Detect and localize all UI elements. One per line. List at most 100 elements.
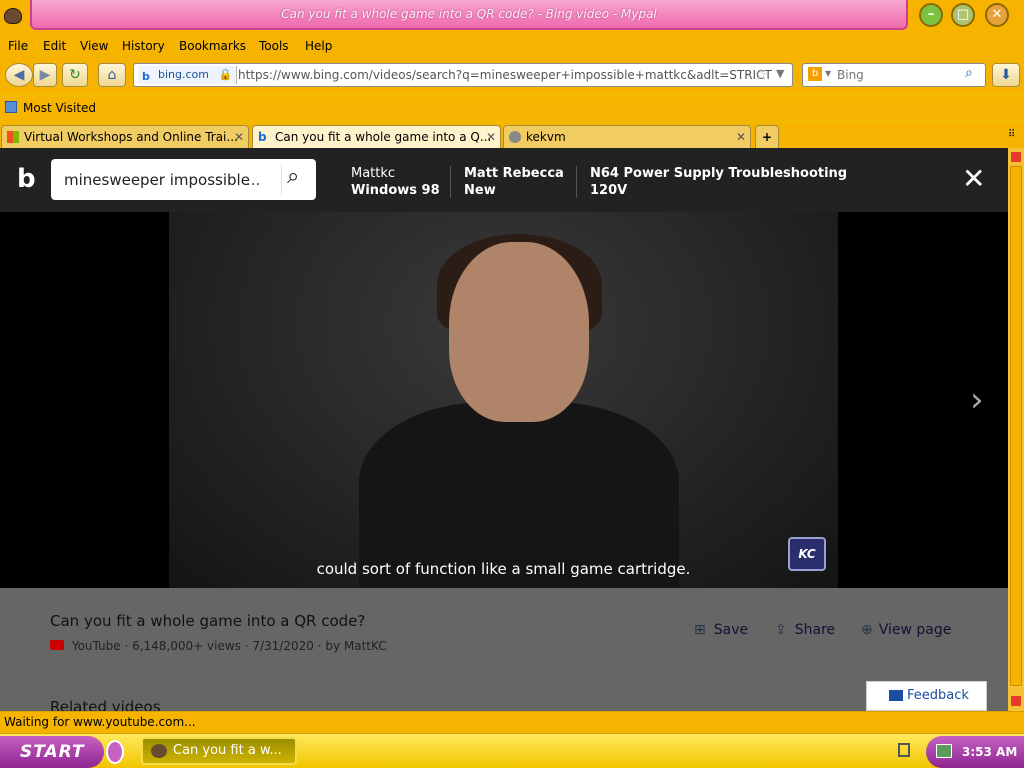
forward-button[interactable]: ▶: [33, 63, 57, 87]
save-icon: ⊞: [694, 622, 706, 638]
maximize-button[interactable]: □: [951, 3, 975, 27]
suggestion-line1: Matt Rebecca: [464, 166, 564, 181]
video-source: YouTube: [71, 639, 121, 653]
tab-kekvm[interactable]: kekvm ✕: [503, 125, 751, 148]
menu-edit[interactable]: Edit: [43, 39, 66, 53]
tab-strip: Virtual Workshops and Online Trai... ✕ b…: [0, 124, 1024, 148]
globe-favicon-icon: [509, 131, 521, 143]
start-button[interactable]: START: [0, 736, 104, 768]
most-visited-link[interactable]: Most Visited: [23, 101, 96, 115]
bing-search-query[interactable]: minesweeper impossible: [64, 171, 250, 189]
feedback-icon: [889, 690, 903, 701]
nav-toolbar: ◀ ▶ ↻ ⌂ b bing.com 🔒 https://www.bing.co…: [0, 58, 1024, 92]
bookmark-star-icon[interactable]: ☆: [754, 65, 768, 84]
bing-search-icon[interactable]: [281, 165, 282, 195]
system-tray: 3:53 AM: [926, 736, 1024, 768]
reload-button[interactable]: ↻: [62, 63, 88, 87]
url-dropdown-icon[interactable]: ▼: [776, 67, 784, 80]
app-icon: [4, 8, 22, 24]
menu-bookmarks[interactable]: Bookmarks: [179, 39, 246, 53]
channel-watermark: KC: [788, 537, 826, 571]
back-button[interactable]: ◀: [5, 63, 33, 87]
bing-favicon-icon: b: [142, 70, 150, 83]
tab-virtual-workshops[interactable]: Virtual Workshops and Online Trai... ✕: [1, 125, 249, 148]
suggestion-n64-power[interactable]: N64 Power Supply Troubleshooting 120V: [590, 165, 847, 199]
save-button[interactable]: ⊞ Save: [694, 622, 748, 638]
next-video-chevron-icon[interactable]: ›: [970, 380, 984, 420]
bing-favicon-icon: b: [258, 130, 267, 144]
minimize-button[interactable]: –: [919, 3, 943, 27]
clock[interactable]: 3:53 AM: [962, 745, 1017, 759]
menu-file[interactable]: File: [8, 39, 28, 53]
share-icon: ⇪: [775, 622, 787, 638]
most-visited-icon: [5, 101, 17, 113]
lock-icon: 🔒: [218, 68, 233, 81]
menu-help[interactable]: Help: [305, 39, 332, 53]
save-label: Save: [713, 622, 749, 638]
tab-label: Virtual Workshops and Online Trai...: [24, 130, 238, 144]
share-button[interactable]: ⇪ Share: [775, 622, 835, 638]
microsoft-favicon-icon: [7, 131, 19, 143]
status-bar: Waiting for www.youtube.com...: [0, 711, 1024, 733]
tray-app-icon[interactable]: [936, 744, 952, 758]
suggestion-divider: [576, 166, 577, 198]
page-content: b minesweeper impossible ... ⌕ Mattkc Wi…: [0, 148, 1008, 711]
video-title[interactable]: Can you fit a whole game into a QR code?: [50, 612, 365, 630]
url-bar[interactable]: b bing.com 🔒 https://www.bing.com/videos…: [133, 63, 793, 87]
bookmarks-bar: Most Visited: [0, 98, 1024, 120]
url-text: https://www.bing.com/videos/search?q=min…: [238, 68, 772, 82]
tab-label: Can you fit a whole game into a Q...: [275, 130, 492, 144]
tab-label: kekvm: [526, 130, 566, 144]
site-identity[interactable]: b bing.com 🔒: [138, 66, 238, 84]
tab-list-icon[interactable]: ⠿: [1008, 129, 1015, 140]
taskbar-window-button[interactable]: Can you fit a w...: [141, 737, 297, 765]
vertical-scrollbar[interactable]: [1008, 148, 1024, 711]
view-page-label: View page: [878, 622, 952, 638]
search-magnifier-icon[interactable]: ⌕: [965, 65, 973, 81]
video-player[interactable]: could sort of function like a small game…: [169, 212, 838, 602]
new-tab-button[interactable]: +: [755, 125, 779, 148]
start-orb-icon: [106, 740, 124, 764]
youtube-icon: [50, 640, 64, 650]
tab-qr-code-video[interactable]: b Can you fit a whole game into a Q... ✕: [252, 125, 501, 148]
tab-close-icon[interactable]: ✕: [486, 126, 496, 148]
network-tray-icon[interactable]: [898, 743, 910, 757]
menu-view[interactable]: View: [80, 39, 108, 53]
tab-close-icon[interactable]: ✕: [234, 126, 244, 148]
bing-logo-icon[interactable]: b: [17, 164, 36, 194]
taskbar-app-icon: [151, 744, 167, 758]
bing-video-header: b minesweeper impossible ... ⌕ Mattkc Wi…: [0, 148, 1008, 212]
suggestion-line1: N64 Power Supply Troubleshooting: [590, 166, 848, 181]
close-button[interactable]: ✕: [985, 3, 1009, 27]
query-ellipsis: ...: [246, 171, 261, 189]
scroll-up-icon[interactable]: [1011, 152, 1021, 162]
title-bar: Can you fit a whole game into a QR code?…: [0, 0, 1024, 36]
scroll-thumb[interactable]: [1010, 166, 1022, 686]
search-input[interactable]: Bing: [837, 68, 864, 82]
suggestion-mattkc[interactable]: Mattkc Windows 98: [351, 165, 440, 199]
download-button[interactable]: ⬇: [992, 63, 1020, 87]
globe-icon: ⊕: [861, 622, 873, 638]
menu-history[interactable]: History: [122, 39, 165, 53]
menu-bar: File Edit View History Bookmarks Tools H…: [0, 36, 1024, 58]
home-button[interactable]: ⌂: [98, 63, 126, 87]
video-frame-face: [449, 242, 589, 422]
bing-engine-icon[interactable]: b: [808, 67, 822, 81]
suggestion-line2: New: [464, 183, 496, 198]
taskbar: START Can you fit a w... 3:53 AM: [0, 733, 1024, 768]
feedback-button[interactable]: Feedback: [866, 681, 987, 711]
video-meta-text: · 6,148,000+ views · 7/31/2020 · by Matt…: [124, 639, 387, 653]
magnifier-icon[interactable]: ⌕: [287, 164, 299, 189]
reload-icon: ↻: [69, 67, 81, 83]
share-label: Share: [794, 622, 836, 638]
view-page-button[interactable]: ⊕ View page: [861, 622, 951, 638]
search-bar[interactable]: b ▼ Bing ⌕: [802, 63, 986, 87]
bing-search-box[interactable]: minesweeper impossible ... ⌕: [51, 159, 316, 200]
engine-dropdown-icon[interactable]: ▼: [825, 69, 831, 78]
close-video-icon[interactable]: ✕: [962, 162, 985, 196]
menu-tools[interactable]: Tools: [259, 39, 289, 53]
suggestion-matt-rebecca[interactable]: Matt Rebecca New: [464, 165, 564, 199]
scroll-down-icon[interactable]: [1011, 696, 1021, 706]
suggestion-line1: Mattkc: [351, 166, 396, 181]
tab-close-icon[interactable]: ✕: [736, 126, 746, 148]
